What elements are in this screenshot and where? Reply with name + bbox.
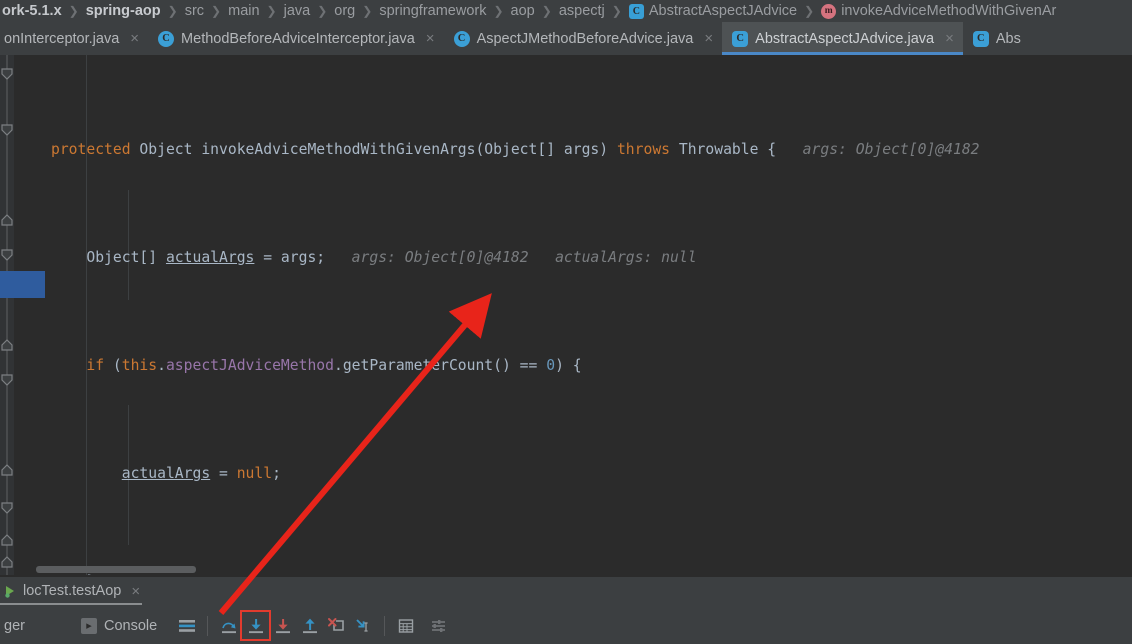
breadcrumb-label: invokeAdviceMethodWithGivenAr	[841, 3, 1057, 19]
scrollbar-thumb[interactable]	[36, 566, 196, 573]
code-line: actualArgs = null;	[121, 465, 281, 482]
fold-gutter[interactable]	[0, 55, 14, 575]
breadcrumb-label: aop	[510, 3, 535, 19]
test-run-icon	[4, 585, 17, 598]
breadcrumb-item-java[interactable]: java	[282, 3, 313, 19]
force-step-into-button[interactable]	[269, 612, 296, 639]
breadcrumb-item-aop[interactable]: aop	[509, 3, 537, 19]
close-icon[interactable]: ×	[704, 31, 713, 46]
console-icon: ▸	[80, 617, 97, 634]
tab-abs-partial[interactable]: C Abs	[963, 22, 1030, 55]
breadcrumb-label: src	[184, 3, 205, 19]
current-line-number-highlight	[14, 271, 45, 298]
breadcrumb-item-project[interactable]: ork-5.1.x	[0, 3, 64, 19]
breadcrumb-item-src[interactable]: src	[183, 3, 206, 19]
settings-button[interactable]	[425, 612, 452, 639]
run-to-cursor-button[interactable]	[350, 612, 377, 639]
breadcrumb-item-method[interactable]: m invokeAdviceMethodWithGivenAr	[819, 3, 1058, 19]
tab-label: MethodBeforeAdviceInterceptor.java	[181, 30, 415, 47]
console-tab[interactable]: ▸ Console	[75, 617, 163, 634]
tab-label: AbstractAspectJAdvice.java	[755, 30, 935, 47]
breadcrumb-separator-icon: ❯	[167, 4, 178, 18]
layout-button[interactable]	[173, 612, 200, 639]
breadcrumb-label: ork-5.1.x	[2, 3, 62, 19]
debugger-tab-label[interactable]: ger	[0, 618, 29, 634]
run-panel: locTest.testAop × ger ▸ Console	[0, 577, 1132, 644]
breadcrumb-separator-icon: ❯	[266, 4, 277, 18]
breadcrumb-item-springframework[interactable]: springframework	[377, 3, 488, 19]
debugger-toolbar: ger ▸ Console	[0, 607, 1132, 644]
code-line: if (this.aspectJAdviceMethod.getParamete…	[86, 357, 582, 374]
toolbar-divider	[384, 615, 386, 636]
class-icon: C	[628, 3, 644, 19]
class-icon: C	[453, 30, 470, 47]
class-icon: C	[158, 30, 175, 47]
code-line: Object[] actualArgs = args; args: Object…	[51, 249, 697, 266]
horizontal-scrollbar[interactable]	[14, 566, 1132, 573]
ide-window: ork-5.1.x ❯ spring-aop ❯ src ❯ main ❯ ja…	[0, 0, 1132, 644]
code-line: protected Object invokeAdviceMethodWithG…	[51, 141, 980, 158]
breadcrumb-separator-icon: ❯	[211, 4, 222, 18]
run-tab-bar: locTest.testAop ×	[0, 577, 1132, 605]
breadcrumb-item-module[interactable]: spring-aop	[84, 3, 163, 19]
breadcrumb-label: aspectj	[558, 3, 605, 19]
method-icon: m	[821, 3, 837, 19]
close-icon[interactable]: ×	[130, 31, 139, 46]
breadcrumb-item-main[interactable]: main	[226, 3, 261, 19]
breadcrumb: ork-5.1.x ❯ spring-aop ❯ src ❯ main ❯ ja…	[0, 0, 1132, 22]
breadcrumb-item-org[interactable]: org	[332, 3, 357, 19]
breadcrumb-item-aspectj[interactable]: aspectj	[557, 3, 607, 19]
breadcrumb-label: springframework	[379, 3, 487, 19]
breadcrumb-label: AbstractAspectJAdvice	[648, 3, 798, 19]
editor-tab-bar: onInterceptor.java × C MethodBeforeAdvic…	[0, 22, 1132, 56]
breadcrumb-label: main	[228, 3, 260, 19]
breadcrumb-separator-icon: ❯	[804, 4, 815, 18]
tab-label: Abs	[995, 30, 1021, 47]
step-over-button[interactable]	[215, 612, 242, 639]
breadcrumb-separator-icon: ❯	[362, 4, 373, 18]
breadcrumb-separator-icon: ❯	[611, 4, 622, 18]
tab-label: AspectJMethodBeforeAdvice.java	[476, 30, 694, 47]
run-tab-label: locTest.testAop	[23, 583, 122, 599]
code-content[interactable]: protected Object invokeAdviceMethodWithG…	[45, 55, 1132, 575]
toolbar-divider	[207, 615, 209, 636]
tab-label: onInterceptor.java	[4, 30, 120, 47]
class-icon: C	[732, 30, 749, 47]
console-label: Console	[103, 617, 158, 634]
breadcrumb-separator-icon: ❯	[541, 4, 552, 18]
breadcrumb-label: spring-aop	[85, 3, 161, 19]
breadcrumb-label: java	[283, 3, 311, 19]
breadcrumb-separator-icon: ❯	[317, 4, 328, 18]
close-icon[interactable]: ×	[131, 583, 140, 600]
breadcrumb-separator-icon: ❯	[68, 4, 79, 18]
step-into-button[interactable]	[240, 610, 272, 641]
tab-aspectj-method-before-advice[interactable]: C AspectJMethodBeforeAdvice.java ×	[444, 22, 723, 55]
breadcrumb-item-class[interactable]: C AbstractAspectJAdvice	[627, 3, 799, 19]
class-icon: C	[972, 30, 989, 47]
current-line-fold-highlight	[0, 271, 14, 298]
breadcrumb-label: org	[334, 3, 356, 19]
step-out-button[interactable]	[296, 612, 323, 639]
code-editor[interactable]: protected Object invokeAdviceMethodWithG…	[0, 55, 1132, 575]
evaluate-expression-button[interactable]	[392, 612, 419, 639]
close-icon[interactable]: ×	[945, 31, 954, 46]
tab-on-interceptor[interactable]: onInterceptor.java ×	[0, 22, 148, 55]
tab-method-before-advice-interceptor[interactable]: C MethodBeforeAdviceInterceptor.java ×	[148, 22, 444, 55]
drop-frame-button[interactable]	[323, 612, 350, 639]
close-icon[interactable]: ×	[426, 31, 435, 46]
run-tab-loctest-testaop[interactable]: locTest.testAop ×	[0, 577, 150, 605]
breadcrumb-separator-icon: ❯	[493, 4, 504, 18]
tab-abstract-aspectj-advice[interactable]: C AbstractAspectJAdvice.java ×	[722, 22, 963, 55]
